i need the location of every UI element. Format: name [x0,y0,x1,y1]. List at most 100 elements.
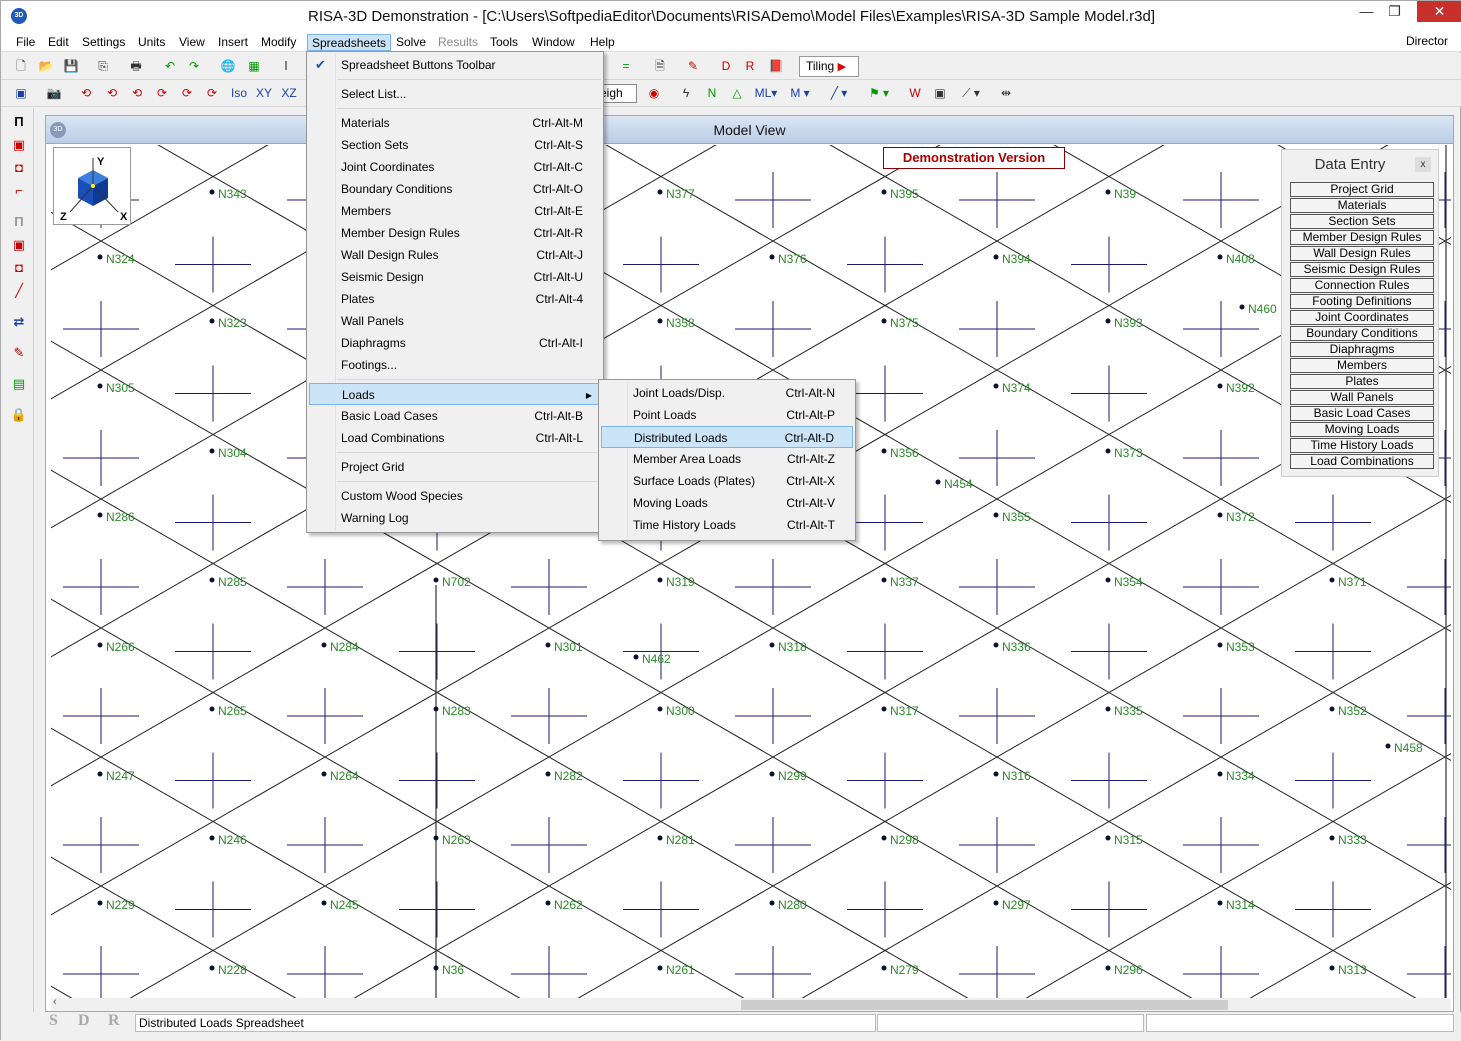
menu-item-boundary-conditions[interactable]: Boundary Conditions Ctrl-Alt-O [309,178,601,200]
node-point[interactable] [993,642,999,648]
data-entry-diaphragms[interactable]: Diaphragms [1290,342,1434,357]
node-point[interactable] [881,448,887,454]
xz-view-icon[interactable]: XZ [279,84,299,102]
node-point[interactable] [881,965,887,971]
node-point[interactable] [1217,383,1223,389]
node-point[interactable] [321,642,327,648]
submenu-item-distributed-loads[interactable]: Distributed Loads Ctrl-Alt-D [601,426,853,448]
node-point[interactable] [321,771,327,777]
node-point[interactable] [545,900,551,906]
equals-icon[interactable]: = [617,57,635,75]
node-point[interactable] [993,383,999,389]
line-icon[interactable]: ╱ ▾ [826,84,852,102]
node-point[interactable] [993,254,999,260]
results-report-icon[interactable]: R [741,57,759,75]
menu-window[interactable]: Window [528,34,579,51]
node-point[interactable] [1217,771,1223,777]
node-point[interactable] [433,577,439,583]
node-point[interactable] [321,900,327,906]
swap-icon[interactable]: ⇄ [10,313,28,331]
data-entry-moving-loads[interactable]: Moving Loads [1290,422,1434,437]
menu-item-select-list[interactable]: Select List... [309,83,601,105]
node-point[interactable] [97,771,103,777]
node-point[interactable] [209,318,215,324]
select-icon[interactable]: ▤ [10,375,28,393]
node-point[interactable] [97,254,103,260]
node-point[interactable] [545,642,551,648]
spreadsheet-mode-r[interactable]: R [108,1012,120,1030]
node-point[interactable] [1329,577,1335,583]
xy-view-icon[interactable]: XY [254,84,274,102]
node-point[interactable] [1105,706,1111,712]
submenu-item-surface-loads-plates[interactable]: Surface Loads (Plates) Ctrl-Alt-X [601,470,853,492]
node-point[interactable] [1329,965,1335,971]
menu-units[interactable]: Units [134,34,169,51]
close-button[interactable]: ✕ [1417,1,1461,22]
node-point[interactable] [209,577,215,583]
report-icon[interactable]: ✎ [684,57,702,75]
node-point[interactable] [1217,512,1223,518]
data-entry-connection-rules[interactable]: Connection Rules [1290,278,1434,293]
node-point[interactable] [433,835,439,841]
node-point[interactable] [769,254,775,260]
node-point[interactable] [209,448,215,454]
menu-item-plates[interactable]: Plates Ctrl-Alt-4 [309,288,601,310]
model-canvas[interactable]: N343 N377 N395 N39 N324 N376 N394 N408 N323 N358 N… [51,145,1451,998]
modify-icon[interactable]: ✎ [10,344,28,362]
node-point[interactable] [657,577,663,583]
rotate-neg-z-icon[interactable]: ⟳ [203,84,221,102]
node-point[interactable] [1105,965,1111,971]
frame-gray-icon[interactable]: Π [10,213,28,231]
menu-insert[interactable]: Insert [214,34,252,51]
book-icon[interactable]: 📕 [767,57,785,75]
node-point[interactable] [769,771,775,777]
node-point[interactable] [993,512,999,518]
node-point[interactable] [657,189,663,195]
node-point[interactable] [97,642,103,648]
scroll-left-icon[interactable]: ‹ [53,996,57,1008]
data-entry-wall-design-rules[interactable]: Wall Design Rules [1290,246,1434,261]
node-point[interactable] [881,706,887,712]
rotate-y-icon[interactable]: ⟲ [103,84,121,102]
menu-tools[interactable]: Tools [486,34,522,51]
rotate-neg-y-icon[interactable]: ⟳ [178,84,196,102]
node-point[interactable] [1329,706,1335,712]
rotate-z-icon[interactable]: ⟲ [128,84,146,102]
data-entry-project-grid[interactable]: Project Grid [1290,182,1434,197]
iso-view-icon[interactable]: Iso [229,84,249,102]
menu-item-footings[interactable]: Footings... [309,354,601,376]
node-point[interactable] [1239,304,1245,310]
node-point[interactable] [545,771,551,777]
node-point[interactable] [97,900,103,906]
node-point[interactable] [1217,642,1223,648]
solve-icon[interactable]: ◉ [645,84,663,102]
node-point[interactable] [433,965,439,971]
node-point[interactable] [209,965,215,971]
menu-item-section-sets[interactable]: Section Sets Ctrl-Alt-S [309,134,601,156]
menu-item-wall-panels[interactable]: Wall Panels [309,310,601,332]
plate-icon[interactable]: ▣ [931,84,949,102]
menu-item-project-grid[interactable]: Project Grid [309,456,601,478]
menu-item-loads[interactable]: Loads ▶ [309,383,601,405]
menu-item-seismic-design[interactable]: Seismic Design Ctrl-Alt-U [309,266,601,288]
data-entry-joint-coordinates[interactable]: Joint Coordinates [1290,310,1434,325]
data-entry-wall-panels[interactable]: Wall Panels [1290,390,1434,405]
shape2-icon[interactable]: ◘ [10,259,28,277]
menu-solve[interactable]: Solve [392,34,430,51]
node-point[interactable] [433,706,439,712]
data-entry-close-button[interactable]: x [1415,157,1431,172]
submenu-item-joint-loads-disp[interactable]: Joint Loads/Disp. Ctrl-Alt-N [601,382,853,404]
node-point[interactable] [1329,835,1335,841]
submenu-item-point-loads[interactable]: Point Loads Ctrl-Alt-P [601,404,853,426]
camera-icon[interactable]: 📷 [45,84,63,102]
menu-modify[interactable]: Modify [257,34,300,51]
node-point[interactable] [209,189,215,195]
menu-item-custom-wood-species[interactable]: Custom Wood Species [309,485,601,507]
data-entry-footing-definitions[interactable]: Footing Definitions [1290,294,1434,309]
box-icon[interactable]: ▣ [10,136,28,154]
node-point[interactable] [769,642,775,648]
member-label-icon[interactable]: ML▾ [753,84,779,102]
data-entry-materials[interactable]: Materials [1290,198,1434,213]
new-file-icon[interactable]: 🗋 [12,57,30,75]
menu-help[interactable]: Help [586,34,619,51]
